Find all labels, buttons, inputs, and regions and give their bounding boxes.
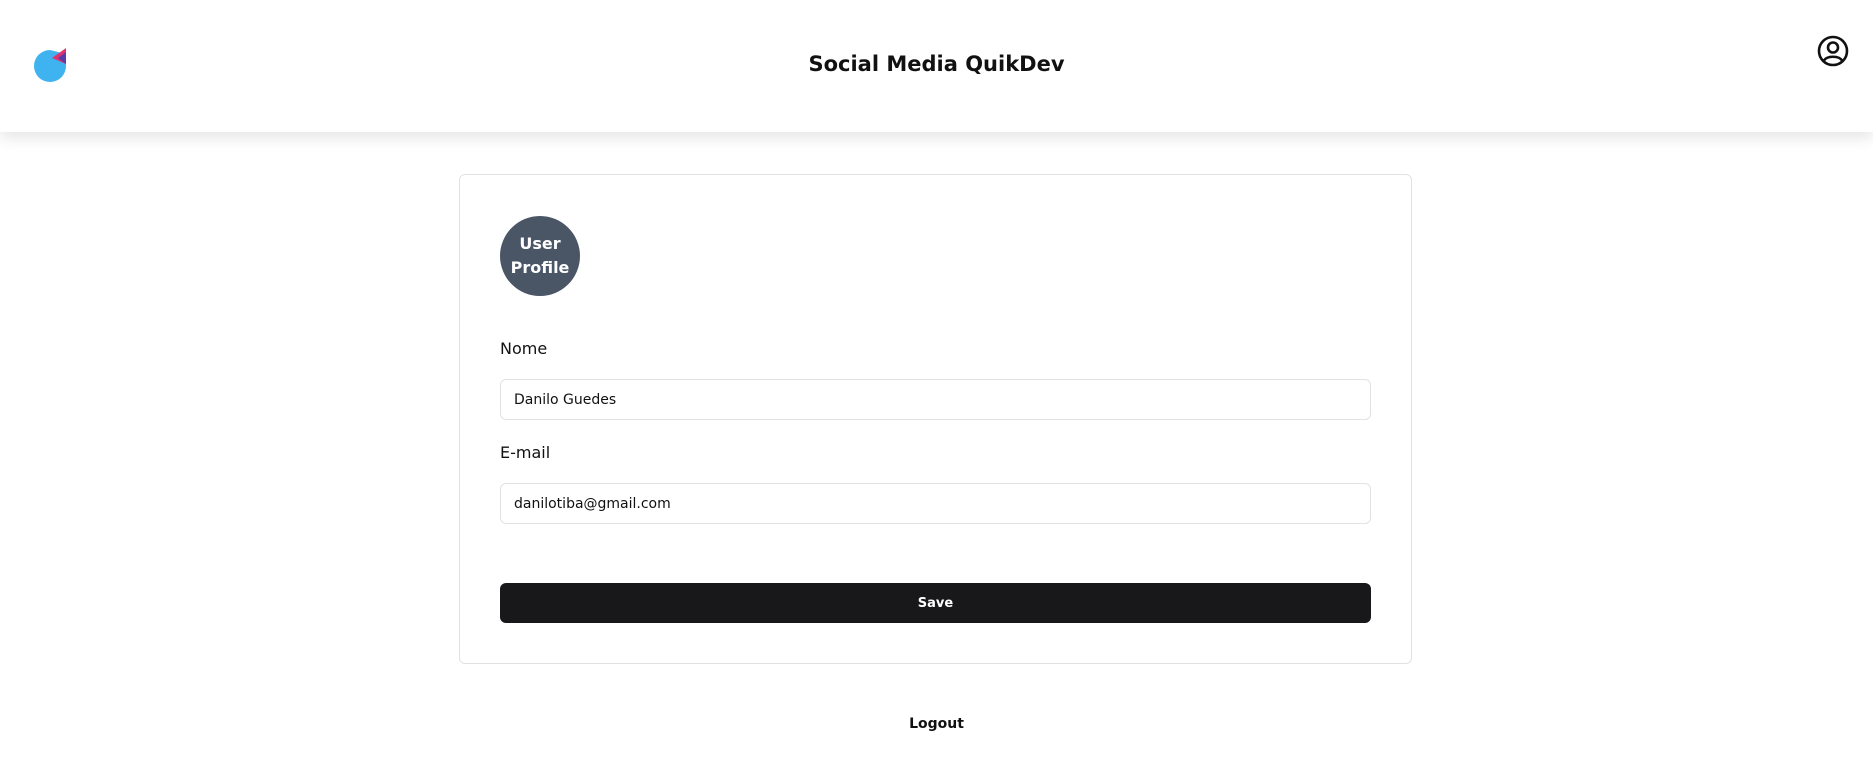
profile-card: User Profile Nome E-mail Save [459, 174, 1412, 664]
email-input[interactable] [500, 483, 1371, 524]
email-label: E-mail [500, 443, 551, 462]
logout-row: Logout [0, 714, 1873, 734]
save-button[interactable]: Save [500, 583, 1371, 623]
name-label: Nome [500, 339, 548, 358]
name-input[interactable] [500, 379, 1371, 420]
user-circle-icon[interactable] [1816, 34, 1850, 68]
app-header: Social Media QuikDev [0, 0, 1873, 132]
app-title: Social Media QuikDev [808, 52, 1065, 76]
logout-link[interactable]: Logout [909, 716, 964, 732]
avatar[interactable]: User Profile [500, 216, 580, 296]
